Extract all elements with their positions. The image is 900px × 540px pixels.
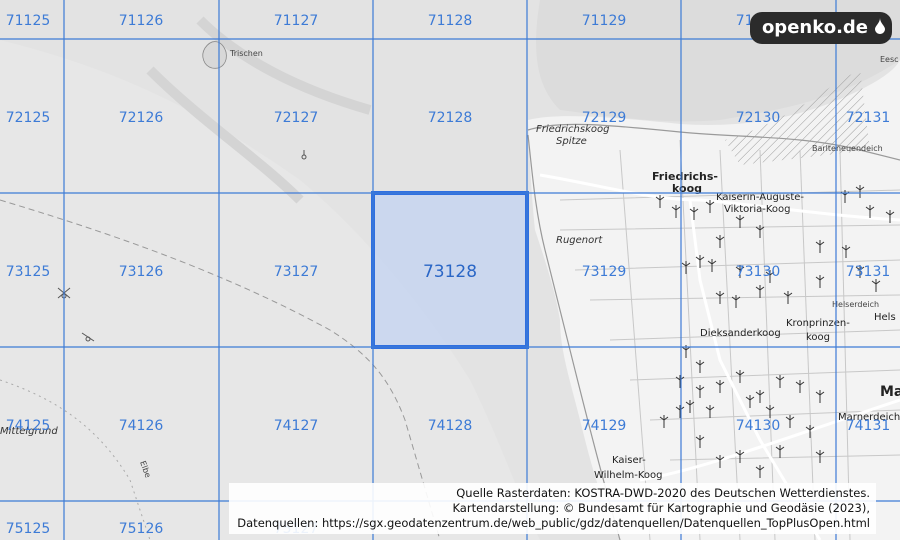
grid-cell-label-72125[interactable]: 72125 [6, 110, 51, 126]
grid-cell-label-71128[interactable]: 71128 [428, 13, 473, 29]
place-kaiser-wilhelm-2: Wilhelm-Koog [594, 470, 663, 481]
grid-cell-label-72126[interactable]: 72126 [119, 110, 164, 126]
grid-cell-label-74126[interactable]: 74126 [119, 418, 164, 434]
grid-cell-label-72127[interactable]: 72127 [274, 110, 319, 126]
grid-cell-label-74125[interactable]: 74125 [6, 418, 51, 434]
grid-cell-label-74127[interactable]: 74127 [274, 418, 319, 434]
grid-cell-label-73127[interactable]: 73127 [274, 264, 319, 280]
drop-icon [875, 18, 885, 34]
grid-cell-label-73128[interactable]: 73128 [423, 262, 477, 282]
place-eesch: Eesc [880, 55, 899, 64]
place-kronprinzenkoog-2: koog [806, 332, 830, 343]
grid-cell-label-73130[interactable]: 73130 [736, 264, 781, 280]
brand-logo[interactable]: openko.de [749, 12, 892, 44]
grid-cell-label-74130[interactable]: 74130 [736, 418, 781, 434]
place-kronprinzenkoog: Kronprinzen- [786, 318, 850, 329]
grid-cell-label-73125[interactable]: 73125 [6, 264, 51, 280]
place-kaiserin: Kaiserin-Auguste- [716, 192, 804, 203]
place-trischen: Trischen [229, 49, 263, 58]
grid-cell-label-72130[interactable]: 72130 [736, 110, 781, 126]
place-helse: Hels [874, 312, 896, 323]
brand-name: openko.de [761, 17, 868, 38]
grid-cell-label-71127[interactable]: 71127 [274, 13, 319, 29]
grid-cell-label-73129[interactable]: 73129 [582, 264, 627, 280]
grid-cell-label-74129[interactable]: 74129 [582, 418, 627, 434]
grid-cell-label-73126[interactable]: 73126 [119, 264, 164, 280]
grid-cell-label-71129[interactable]: 71129 [582, 13, 627, 29]
attribution-line-1: Quelle Rasterdaten: KOSTRA-DWD-2020 des … [456, 486, 870, 500]
grid-cell-label-75126[interactable]: 75126 [119, 521, 164, 537]
place-kaiser-wilhelm: Kaiser- [612, 455, 646, 466]
place-barlteneuendeich: Barlteneuendeich [812, 144, 883, 153]
grid-cell-label-72131[interactable]: 72131 [846, 110, 891, 126]
map-canvas[interactable]: Trischen Friedrichskoog Spitze Friedrich… [0, 0, 900, 540]
place-dieksanderkoog: Dieksanderkoog [700, 328, 781, 339]
place-friedrichskoog-spitze-2: Spitze [556, 136, 587, 147]
place-marne: Ma [880, 384, 900, 400]
place-helserdeich: Helserdeich [832, 300, 879, 309]
grid-cell-label-74131[interactable]: 74131 [846, 418, 891, 434]
attribution-line-2: Kartendarstellung: © Bundesamt für Karto… [452, 501, 870, 515]
place-rugenort: Rugenort [556, 235, 603, 246]
grid-cell-label-73131[interactable]: 73131 [846, 264, 891, 280]
grid-cell-label-72129[interactable]: 72129 [582, 110, 627, 126]
attribution-box: Quelle Rasterdaten: KOSTRA-DWD-2020 des … [229, 483, 876, 534]
grid-cell-label-71125[interactable]: 71125 [6, 13, 51, 29]
grid-cell-label-75125[interactable]: 75125 [6, 521, 51, 537]
place-kaiserin-2: Viktoria-Koog [724, 204, 791, 215]
attribution-line-3: Datenquellen: https://sgx.geodatenzentru… [237, 516, 870, 530]
grid-cell-label-71126[interactable]: 71126 [119, 13, 164, 29]
grid-cell-label-72128[interactable]: 72128 [428, 110, 473, 126]
grid-cell-label-74128[interactable]: 74128 [428, 418, 473, 434]
